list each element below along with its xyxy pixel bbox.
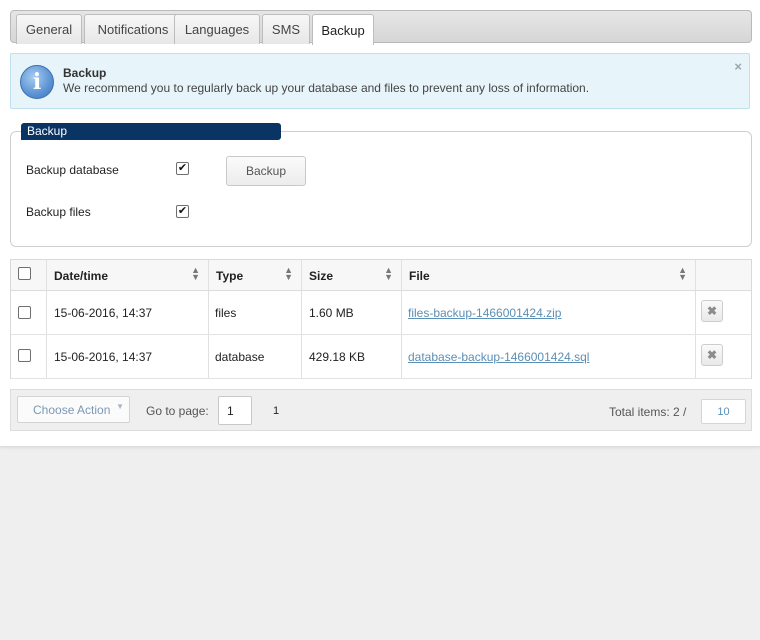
tab-notifications[interactable]: Notifications	[84, 14, 182, 44]
column-header-label: File	[409, 269, 430, 283]
total-items-label: Total items: 2 /	[609, 405, 687, 419]
type-value: database	[215, 350, 265, 364]
column-header-label: Type	[216, 269, 244, 283]
column-header-size[interactable]: Size ▲ ▼	[302, 260, 402, 291]
sort-icon: ▲ ▼	[191, 265, 200, 282]
file-cell: files-backup-1466001424.zip	[402, 291, 696, 334]
tab-general[interactable]: General	[16, 14, 82, 44]
tab-bar: General Notifications Languages SMS Back…	[10, 10, 752, 45]
header-select-all-cell	[11, 260, 47, 291]
info-icon: i	[20, 65, 54, 99]
type-cell: database	[209, 335, 302, 378]
choose-action-select[interactable]: Choose Action ▼	[17, 396, 130, 423]
column-header-label: Date/time	[54, 269, 109, 283]
sort-icon: ▲ ▼	[384, 265, 393, 282]
size-cell: 1.60 MB	[302, 291, 402, 334]
row-checkbox[interactable]	[18, 349, 31, 362]
type-value: files	[215, 306, 237, 320]
goto-page-label: Go to page:	[146, 404, 209, 418]
datetime-value: 15-06-2016, 14:37	[54, 350, 153, 364]
datetime-value: 15-06-2016, 14:37	[54, 306, 153, 320]
info-text: We recommend you to regularly back up yo…	[63, 81, 590, 95]
sort-icon: ▲ ▼	[678, 265, 687, 282]
size-cell: 429.18 KB	[302, 335, 402, 378]
page-count: 1	[273, 405, 280, 417]
file-cell: database-backup-1466001424.sql	[402, 335, 696, 378]
backup-files-checkbox[interactable]: ✔	[176, 205, 189, 218]
backup-button[interactable]: Backup	[226, 156, 306, 186]
table-row: 15-06-2016, 14:37 database 429.18 KB dat…	[11, 335, 751, 379]
file-link[interactable]: database-backup-1466001424.sql	[408, 350, 589, 364]
row-select-cell	[11, 291, 47, 334]
delete-button[interactable]: ✖	[701, 300, 723, 322]
per-page-select[interactable]: 10	[701, 399, 746, 424]
column-header-type[interactable]: Type ▲ ▼	[209, 260, 302, 291]
backup-fieldset	[10, 131, 752, 247]
datetime-cell: 15-06-2016, 14:37	[47, 291, 209, 334]
close-icon: ✖	[706, 348, 718, 362]
delete-button[interactable]: ✖	[701, 344, 723, 366]
datetime-cell: 15-06-2016, 14:37	[47, 335, 209, 378]
row-select-cell	[11, 335, 47, 378]
row-checkbox[interactable]	[18, 306, 31, 319]
column-header-actions	[696, 260, 751, 291]
table-row: 15-06-2016, 14:37 files 1.60 MB files-ba…	[11, 291, 751, 335]
tab-backup[interactable]: Backup	[312, 14, 374, 45]
backup-files-label: Backup files	[26, 205, 91, 219]
backup-table: Date/time ▲ ▼ Type ▲ ▼ Size ▲ ▼ File ▲ ▼ 15-…	[10, 259, 752, 379]
select-all-checkbox[interactable]	[18, 267, 31, 280]
column-header-file[interactable]: File ▲ ▼	[402, 260, 696, 291]
close-icon: ✖	[706, 304, 718, 318]
sort-icon: ▲ ▼	[284, 265, 293, 282]
tab-sms[interactable]: SMS	[262, 14, 310, 44]
backup-database-label: Backup database	[26, 163, 119, 177]
close-icon[interactable]: ×	[734, 59, 742, 74]
size-value: 1.60 MB	[309, 306, 354, 320]
type-cell: files	[209, 291, 302, 334]
table-footer: Choose Action ▼ Go to page: 1 Total item…	[10, 389, 752, 431]
page-input[interactable]	[218, 396, 252, 425]
column-header-label: Size	[309, 269, 334, 283]
info-title: Backup	[63, 66, 107, 80]
caret-down-icon: ▼	[116, 402, 124, 411]
info-message: i Backup We recommend you to regularly b…	[10, 53, 750, 109]
backup-legend: Backup	[21, 123, 281, 140]
size-value: 429.18 KB	[309, 350, 366, 364]
file-link[interactable]: files-backup-1466001424.zip	[408, 306, 561, 320]
choose-action-label: Choose Action	[33, 403, 111, 417]
settings-panel: General Notifications Languages SMS Back…	[0, 0, 760, 447]
tab-languages[interactable]: Languages	[174, 14, 260, 44]
column-header-datetime[interactable]: Date/time ▲ ▼	[47, 260, 209, 291]
backup-database-checkbox[interactable]: ✔	[176, 162, 189, 175]
